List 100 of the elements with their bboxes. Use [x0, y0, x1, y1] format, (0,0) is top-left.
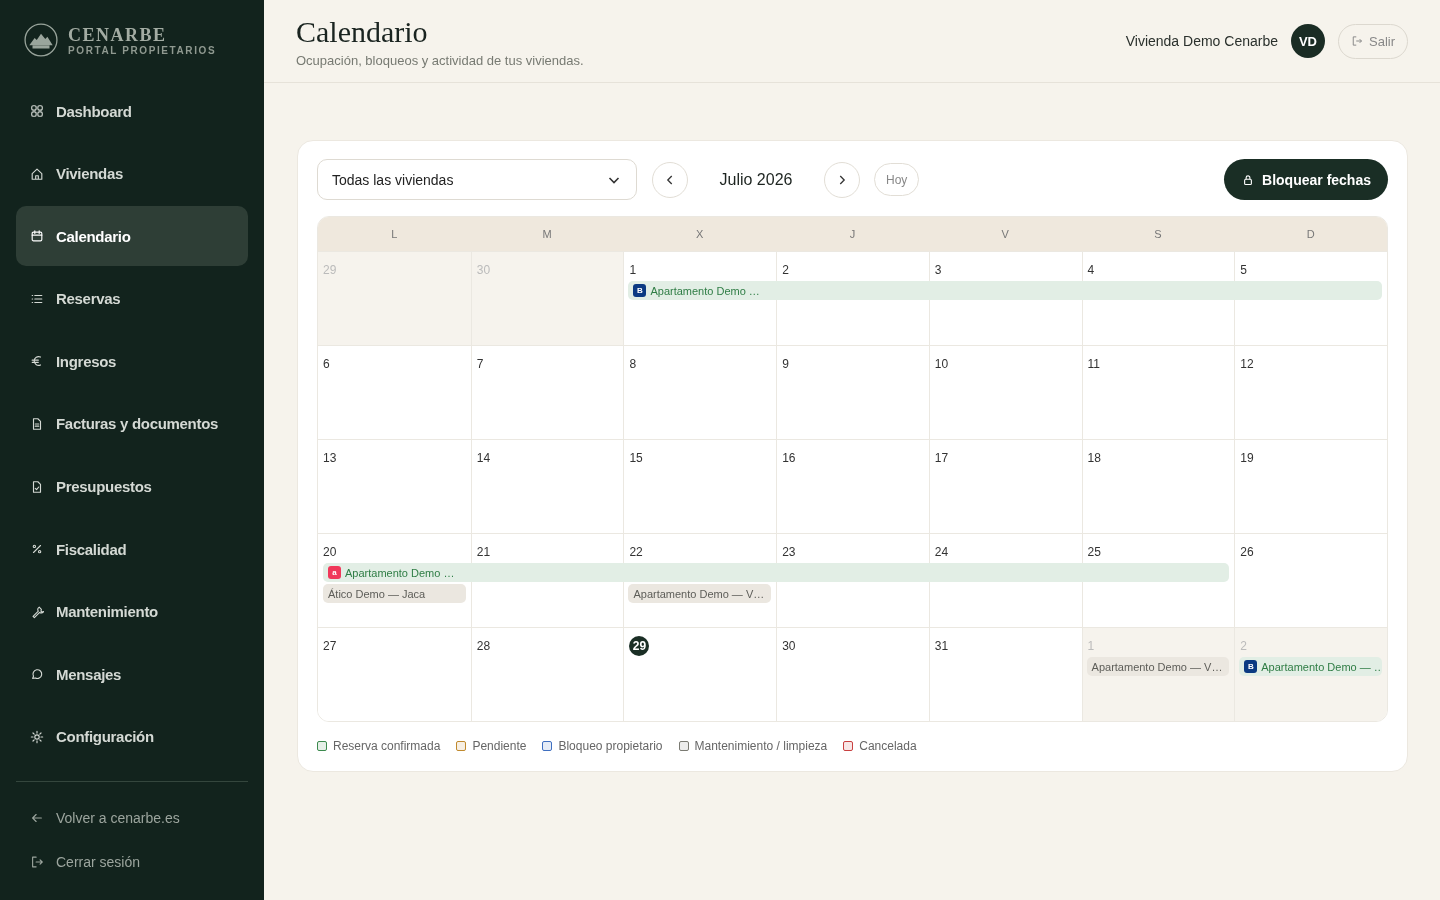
day-number: 2 [782, 263, 789, 277]
day-number: 1 [1087, 639, 1095, 653]
euro-icon [30, 354, 44, 369]
day-number: 5 [1240, 263, 1247, 277]
block-dates-button[interactable]: Bloquear fechas [1224, 159, 1388, 200]
event-label: Apartamento Demo … [650, 284, 760, 297]
event-label: Apartamento Demo — V… [633, 587, 765, 600]
day-number: 28 [476, 639, 491, 653]
sun-icon [30, 729, 44, 744]
day-number: 21 [476, 545, 491, 559]
day-number: 19 [1240, 451, 1254, 465]
source-badge: B [633, 284, 647, 297]
event-bar[interactable]: B Apartamento Demo … [628, 281, 1382, 300]
event-label: Apartamento Demo — V… [1091, 660, 1223, 673]
day-number: 30 [782, 639, 796, 653]
day-number: 10 [934, 357, 949, 371]
sidebar-item[interactable]: Ingresos [16, 331, 248, 392]
day-number: 23 [782, 545, 796, 559]
day-number: 25 [1087, 545, 1101, 559]
logout-icon [30, 854, 44, 869]
weekday-header: D [1305, 228, 1316, 240]
legend-label: Mantenimiento / limpieza [694, 739, 828, 753]
doccheck-icon [30, 479, 44, 494]
legend-label: Bloqueo propietario [558, 739, 663, 753]
wrench-icon [30, 604, 44, 619]
page-title: Calendario [296, 14, 429, 49]
day-number: 18 [1087, 451, 1101, 465]
calendar-icon [30, 229, 44, 244]
day-number: 4 [1087, 263, 1095, 277]
day-number: 2 [1240, 639, 1247, 653]
day-number: 22 [629, 545, 643, 559]
event-bar[interactable]: Apartamento Demo — V… [628, 584, 772, 603]
sidebar-item[interactable]: Reservas [16, 268, 248, 329]
weekday-header: M [541, 228, 553, 240]
day-number: 27 [323, 639, 337, 653]
lock-icon [1242, 173, 1255, 186]
home-icon [30, 166, 44, 181]
sidebar-link[interactable]: Volver a cenarbe.es [16, 795, 248, 840]
weekday-header: L [390, 228, 399, 240]
day-number: 15 [629, 451, 643, 465]
event-label: Apartamento Demo — … [1261, 660, 1382, 673]
sidebar-link[interactable]: Cerrar sesión [16, 839, 248, 884]
day-number: 1 [629, 263, 637, 277]
day-number: 29 [323, 263, 337, 277]
weekday-header: X [695, 228, 705, 240]
day-number: 7 [476, 357, 484, 371]
event-label: Apartamento Demo … [345, 566, 455, 579]
previous-month-button[interactable] [652, 161, 688, 198]
event-bar[interactable]: Ático Demo — Jaca [323, 584, 466, 603]
next-month-button[interactable] [824, 161, 860, 198]
event-bar[interactable]: a Apartamento Demo … [323, 563, 1230, 582]
day-number: 3 [934, 263, 942, 277]
day-number: 31 [934, 639, 949, 653]
sidebar-item[interactable]: Presupuestos [16, 456, 248, 517]
sidebar-item[interactable]: Fiscalidad [16, 519, 248, 580]
sidebar-item[interactable]: Configuración [16, 706, 248, 767]
source-badge: B [1244, 660, 1258, 673]
user-name: Vivienda Demo Cenarbe [1125, 33, 1278, 49]
current-month: Julio 2026 [718, 170, 794, 189]
logout-icon [1351, 35, 1363, 47]
day-number: 30 [476, 263, 491, 277]
sidebar-item[interactable]: Viviendas [16, 143, 248, 204]
brand-name: CENARBE [68, 24, 168, 45]
brand-subtitle: PORTAL PROPIETARIOS [68, 44, 217, 56]
day-number: 16 [782, 451, 796, 465]
day-number: 17 [934, 451, 949, 465]
chat-icon [30, 667, 44, 682]
grid-icon [30, 104, 44, 118]
source-badge: a [328, 566, 341, 579]
user-avatar: VD [1291, 24, 1325, 58]
day-number: 26 [1240, 545, 1254, 559]
sidebar-item[interactable]: Mantenimiento [16, 581, 248, 642]
day-number: 20 [323, 545, 337, 559]
day-number: 12 [1240, 357, 1254, 371]
day-number: 11 [1087, 357, 1101, 371]
event-label: Ático Demo — Jaca [328, 587, 426, 600]
day-number: 13 [323, 451, 337, 465]
weekday-header: J [848, 228, 857, 240]
page-subtitle: Ocupación, bloqueos y actividad de tus viviendas. [296, 52, 584, 68]
weekday-header: S [1153, 228, 1163, 240]
day-number: 14 [476, 451, 491, 465]
today-button[interactable]: Hoy [874, 163, 920, 196]
doc-icon [30, 416, 44, 431]
day-number: 8 [629, 357, 637, 371]
day-number: 6 [323, 357, 330, 371]
mountain-logo-icon [24, 23, 58, 57]
event-bar[interactable]: B Apartamento Demo — … [1239, 657, 1382, 676]
sidebar-item[interactable]: Mensajes [16, 644, 248, 705]
sidebar-item[interactable]: Facturas y documentos [16, 393, 248, 454]
sidebar-item[interactable]: Dashboard [16, 81, 248, 141]
legend-label: Pendiente [472, 739, 527, 753]
day-number: 24 [934, 545, 949, 559]
event-bar[interactable]: Apartamento Demo — V… [1086, 657, 1230, 676]
sidebar-item[interactable]: Calendario [16, 206, 248, 267]
day-number: 9 [782, 357, 789, 371]
day-number: 29 [629, 636, 650, 656]
legend-label: Reserva confirmada [333, 739, 441, 753]
property-select[interactable]: Todas las viviendas [317, 159, 637, 200]
weekday-header: V [1000, 228, 1010, 240]
legend-label: Cancelada [859, 739, 917, 753]
